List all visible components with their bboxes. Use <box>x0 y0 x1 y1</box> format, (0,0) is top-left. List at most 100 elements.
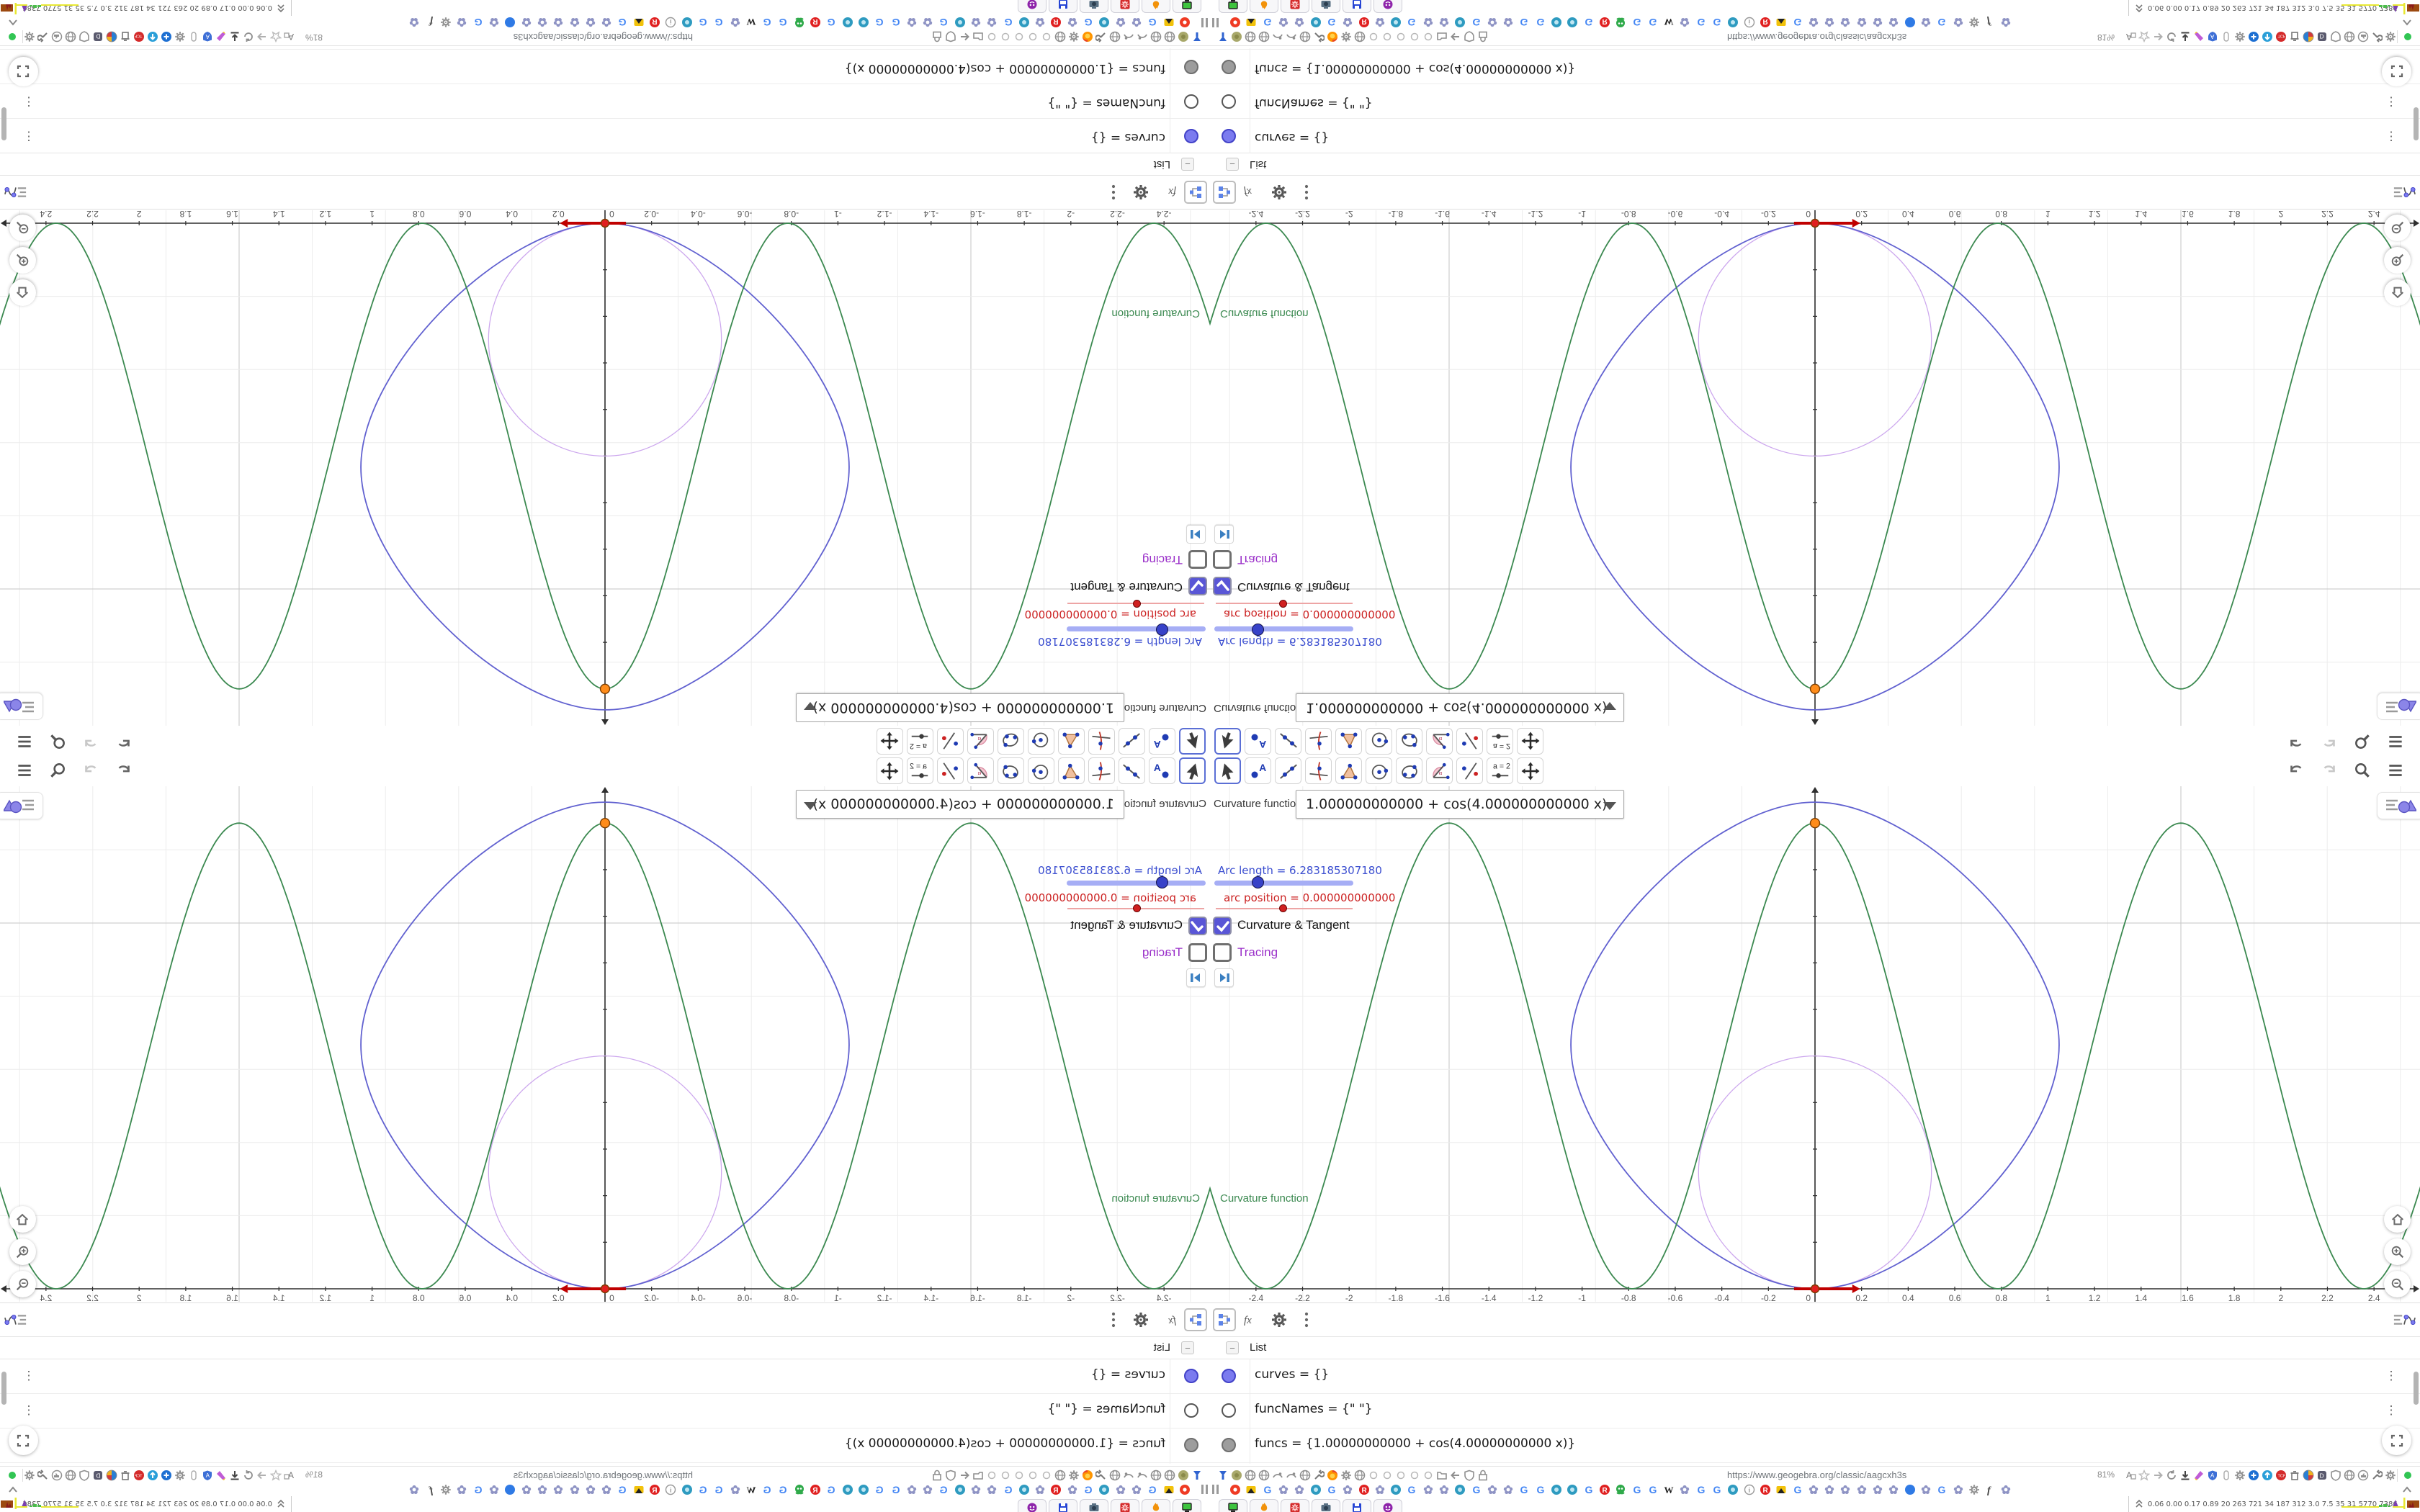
pinned-tab-purple-tab[interactable] <box>1373 1499 1402 1512</box>
algebra-row-curves[interactable]: curves = {} ⋮ <box>1210 118 2420 153</box>
kebab-menu-icon[interactable] <box>1102 181 1125 204</box>
dot-icon[interactable] <box>1040 30 1054 43</box>
shield-icon[interactable] <box>944 1469 958 1482</box>
bookmark-favicon-ya[interactable]: R <box>1355 1484 1371 1495</box>
wrench-icon[interactable] <box>2370 30 2383 43</box>
globe-icon[interactable] <box>1257 1469 1270 1482</box>
bookmark-favicon-G[interactable]: G <box>1645 1484 1661 1495</box>
tool-circle-with-center[interactable] <box>1366 757 1392 784</box>
bookmark-favicon-red[interactable] <box>1177 1484 1193 1495</box>
star-icon[interactable] <box>269 30 283 43</box>
scrollbar-thumb[interactable] <box>2414 107 2419 140</box>
bookmark-favicon-flower[interactable] <box>1484 17 1500 28</box>
bookmark-favicon-flower[interactable] <box>1854 17 1870 28</box>
tool-perpendicular-line[interactable] <box>1305 757 1332 784</box>
chevron-up-icon[interactable] <box>2401 1485 2413 1495</box>
bookmark-favicon-teal[interactable] <box>952 17 968 28</box>
dot-icon[interactable] <box>985 30 999 43</box>
redo-button[interactable] <box>79 759 102 782</box>
bookmark-favicon-G[interactable]: G <box>695 17 711 28</box>
bookmark-favicon-G[interactable]: G <box>614 1484 630 1495</box>
pinned-tab-flame-tab[interactable] <box>1142 0 1170 13</box>
bookmark-favicon-gear[interactable] <box>1966 1484 1982 1495</box>
lock-icon[interactable] <box>1476 30 1489 43</box>
chevron-up-icon[interactable] <box>2401 17 2413 27</box>
arrow-right-icon[interactable] <box>2151 30 2164 43</box>
globe-icon[interactable] <box>1257 30 1270 43</box>
gear-icon[interactable] <box>1067 1469 1081 1482</box>
tool-slider[interactable]: a = 2 <box>1487 728 1513 755</box>
bookmark-favicon-flower[interactable] <box>583 1484 599 1495</box>
bookmark-favicon-G[interactable]: G <box>1468 1484 1484 1495</box>
algebra-row-funcs[interactable]: funcs = {1.00000000000 + cos(4.000000000… <box>0 49 1210 84</box>
gear-icon[interactable] <box>1129 181 1152 204</box>
dot-icon[interactable] <box>1380 1469 1394 1482</box>
arc-position-slider-knob[interactable] <box>1279 600 1287 608</box>
fx-style-icon[interactable]: fx <box>1240 181 1263 204</box>
bookmark-favicon-G[interactable]: G <box>936 17 951 28</box>
bookmark-favicon-info[interactable]: i <box>663 1484 678 1495</box>
curvature-function-dropdown[interactable]: 1.000000000000 + cos(4.000000000000 x) <box>796 693 1124 722</box>
olive-icon[interactable] <box>1177 1469 1191 1482</box>
dot-icon[interactable] <box>1013 1469 1026 1482</box>
gauge-icon[interactable] <box>1284 30 1298 43</box>
redcircle-icon[interactable]: TCF <box>2274 30 2287 43</box>
home-icon[interactable] <box>2384 1206 2411 1233</box>
globe-icon[interactable] <box>1054 30 1067 43</box>
url-text[interactable]: https://www.geogebra.org/classic/aagcxh3… <box>1727 32 1906 42</box>
tracing-checkbox[interactable] <box>1213 550 1232 569</box>
bookmark-favicon-flower[interactable] <box>1372 17 1388 28</box>
bookmark-favicon-teal[interactable] <box>1725 17 1741 28</box>
visibility-marble[interactable] <box>1184 1369 1198 1383</box>
bookmark-favicon-flower[interactable] <box>1065 17 1080 28</box>
dot-icon[interactable] <box>1366 30 1380 43</box>
zoom-in-icon[interactable] <box>9 1238 36 1265</box>
tool-angle[interactable]: α <box>1426 728 1453 755</box>
pinned-tab-floppy-tab[interactable] <box>1343 0 1371 13</box>
tool-polygon[interactable] <box>1058 728 1085 755</box>
bookmark-favicon-G[interactable]: G <box>1789 17 1805 28</box>
arrow-right-icon[interactable] <box>256 30 269 43</box>
ud-icon[interactable]: D <box>2315 1469 2329 1482</box>
tool-line-through-two-points[interactable] <box>1275 728 1301 755</box>
visibility-marble[interactable] <box>1184 1403 1198 1418</box>
bookmark-favicon-cam[interactable] <box>1773 17 1789 28</box>
bookmark-favicon-ya[interactable]: R <box>1757 17 1773 28</box>
arrow-right-icon[interactable] <box>2151 1469 2164 1482</box>
globe-icon[interactable] <box>1298 1469 1312 1482</box>
visibility-marble[interactable] <box>1222 94 1236 109</box>
bookmark-favicon-G[interactable]: G <box>470 1484 486 1495</box>
bookmark-favicon-teal[interactable] <box>1564 17 1580 28</box>
gauge-icon[interactable] <box>1284 1469 1298 1482</box>
bookmark-favicon-ya[interactable]: R <box>807 1484 823 1495</box>
tool-reflect-about-line[interactable] <box>937 728 964 755</box>
search-icon[interactable] <box>46 730 69 753</box>
bookmark-favicon-teal[interactable] <box>1549 17 1564 28</box>
plusblue-icon[interactable] <box>160 30 174 43</box>
gear-icon[interactable] <box>1339 30 1353 43</box>
collapse-list-button[interactable]: − <box>1181 158 1194 171</box>
tool-angle[interactable]: α <box>1426 757 1453 784</box>
bookmark-favicon-flower[interactable] <box>486 1484 502 1495</box>
tool-polygon[interactable] <box>1335 757 1362 784</box>
olive-icon[interactable] <box>1229 1469 1243 1482</box>
bookmark-favicon-G[interactable]: G <box>1934 1484 1950 1495</box>
download-icon[interactable] <box>228 30 242 43</box>
kebab-menu-icon[interactable]: ⋮ <box>2383 1367 2400 1385</box>
bookmark-favicon-teal[interactable] <box>1096 17 1112 28</box>
vblue-icon[interactable] <box>1191 1469 1204 1482</box>
bookmark-favicon-flower[interactable] <box>1837 1484 1853 1495</box>
globe-icon[interactable] <box>64 1469 78 1482</box>
colorglobe-icon[interactable] <box>105 30 119 43</box>
arc-position-slider-knob[interactable] <box>1279 904 1287 912</box>
bookmark-favicon-flower[interactable] <box>1032 1484 1048 1495</box>
bookmark-favicon-G[interactable]: G <box>1628 17 1644 28</box>
ud-icon[interactable]: D <box>91 1469 105 1482</box>
redo-button[interactable] <box>2318 759 2341 782</box>
bookmark-favicon-flower[interactable] <box>727 17 743 28</box>
globe-icon[interactable] <box>1163 30 1177 43</box>
vblue-icon[interactable] <box>1216 30 1229 43</box>
bookmark-favicon-flower[interactable] <box>984 17 1000 28</box>
gear-icon[interactable] <box>1339 1469 1353 1482</box>
zoom-in-icon[interactable] <box>9 247 36 274</box>
